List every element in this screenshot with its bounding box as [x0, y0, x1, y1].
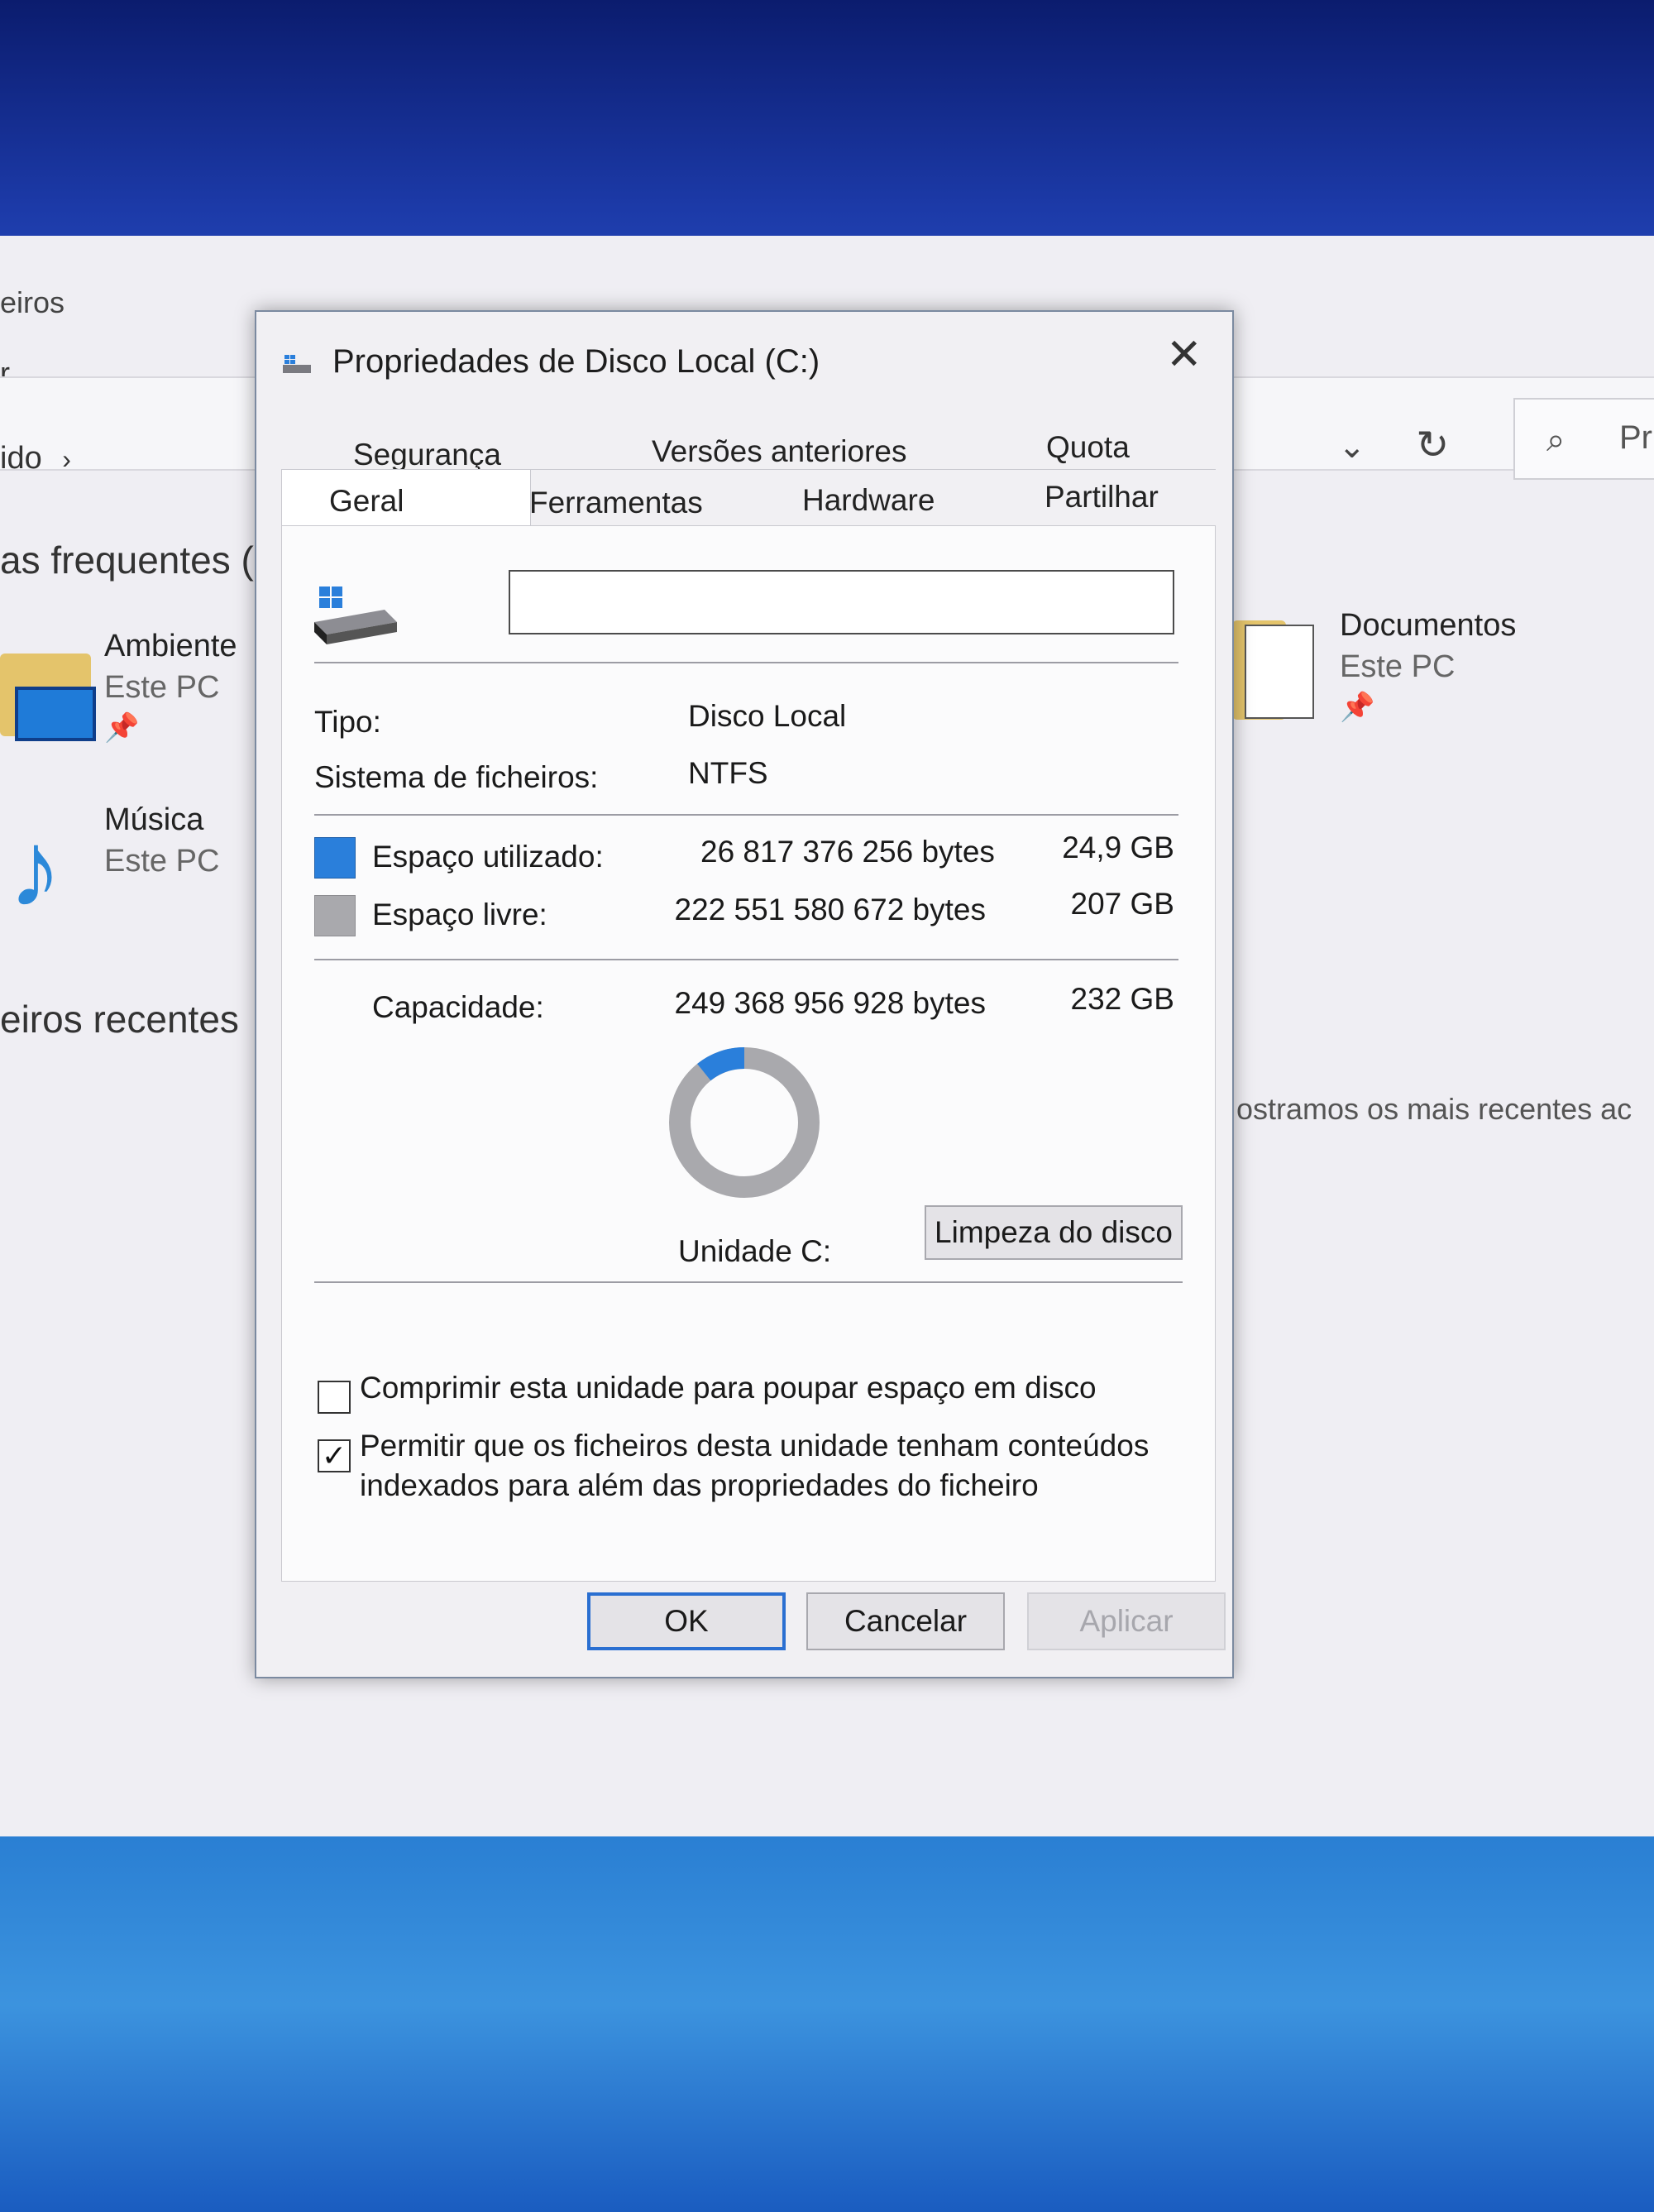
index-label-line2[interactable]: indexados para além das propriedades do …	[360, 1468, 1039, 1503]
divider	[314, 959, 1178, 960]
quick-access-location: Este PC	[104, 844, 220, 879]
apply-button[interactable]: Aplicar	[1027, 1592, 1226, 1650]
disk-usage-donut	[669, 1047, 820, 1198]
document-page-icon	[1245, 625, 1314, 719]
breadcrumb[interactable]: ido ›	[0, 441, 71, 476]
used-space-arc	[697, 1047, 745, 1081]
music-folder-icon[interactable]: ♪	[8, 815, 62, 922]
quick-access-location: Este PC	[1340, 649, 1456, 684]
tab-ferramentas[interactable]: Ferramentas	[529, 486, 703, 520]
pin-icon: 📌	[104, 712, 140, 744]
tab-partilhar[interactable]: Partilhar	[1045, 480, 1159, 515]
type-value: Disco Local	[688, 699, 847, 733]
drive-name-input[interactable]	[509, 570, 1174, 634]
free-space-size: 207 GB	[1070, 887, 1174, 921]
divider	[314, 1281, 1183, 1283]
compress-label[interactable]: Comprimir esta unidade para poupar espaç…	[360, 1371, 1097, 1405]
frequent-folders-header[interactable]: as frequentes (	[0, 538, 254, 582]
close-icon[interactable]: ✕	[1166, 330, 1202, 380]
tab-geral[interactable]: Geral	[329, 484, 404, 519]
active-tab-background	[281, 469, 531, 529]
divider	[314, 662, 1178, 663]
free-space-bytes: 222 551 580 672 bytes	[674, 893, 987, 926]
breadcrumb-item[interactable]: ido	[0, 441, 42, 476]
tab-versoes-anteriores[interactable]: Versões anteriores	[652, 434, 907, 469]
index-label-line1[interactable]: Permitir que os ficheiros desta unidade …	[360, 1429, 1149, 1463]
index-checkbox[interactable]: ✓	[318, 1439, 351, 1472]
filesystem-label: Sistema de ficheiros:	[314, 760, 599, 794]
tab-quota[interactable]: Quota	[1046, 430, 1130, 465]
search-placeholder: Pr	[1619, 419, 1652, 456]
recent-files-header[interactable]: eiros recentes	[0, 997, 239, 1041]
used-space-swatch	[314, 837, 356, 879]
type-label: Tipo:	[314, 705, 381, 739]
disk-cleanup-button[interactable]: Limpeza do disco	[925, 1205, 1183, 1260]
tab-hardware[interactable]: Hardware	[802, 483, 935, 518]
drive-properties-dialog: Propriedades de Disco Local (C:) ✕ Segur…	[255, 310, 1234, 1678]
capacity-label: Capacidade:	[372, 990, 544, 1024]
pin-icon: 📌	[1340, 692, 1375, 723]
compress-checkbox[interactable]	[318, 1381, 351, 1414]
refresh-icon[interactable]: ↻	[1416, 422, 1449, 468]
chevron-right-icon: ›	[62, 444, 71, 474]
divider	[314, 814, 1178, 816]
quick-access-name[interactable]: Documentos	[1340, 608, 1516, 644]
capacity-size: 232 GB	[1070, 982, 1174, 1016]
recent-files-note: ostramos os mais recentes ac	[1236, 1092, 1632, 1126]
filesystem-value: NTFS	[688, 756, 768, 790]
ok-button[interactable]: OK	[587, 1592, 786, 1650]
tab-seguranca[interactable]: Segurança	[353, 438, 501, 472]
capacity-bytes: 249 368 956 928 bytes	[674, 986, 987, 1020]
used-space-size: 24,9 GB	[1062, 831, 1174, 864]
chevron-down-icon[interactable]: ⌄	[1338, 428, 1366, 466]
desktop-background-bottom	[0, 1836, 1654, 2212]
free-space-label: Espaço livre:	[372, 898, 547, 931]
free-space-swatch	[314, 895, 356, 936]
used-space-label: Espaço utilizado:	[372, 840, 604, 874]
cancel-button[interactable]: Cancelar	[806, 1592, 1005, 1650]
explorer-title-fragment: eiros	[0, 285, 65, 319]
drive-large-icon	[314, 587, 397, 644]
used-space-bytes: 26 817 376 256 bytes	[700, 835, 995, 869]
quick-access-name[interactable]: Música	[104, 802, 203, 838]
free-space-ring	[669, 1047, 820, 1198]
drive-label: Unidade C:	[678, 1234, 832, 1268]
quick-access-name[interactable]: Ambiente	[104, 629, 237, 664]
quick-access-location: Este PC	[104, 670, 220, 705]
search-icon: ⌕	[1546, 422, 1566, 458]
drive-icon	[283, 355, 311, 373]
dialog-title: Propriedades de Disco Local (C:)	[332, 343, 820, 380]
